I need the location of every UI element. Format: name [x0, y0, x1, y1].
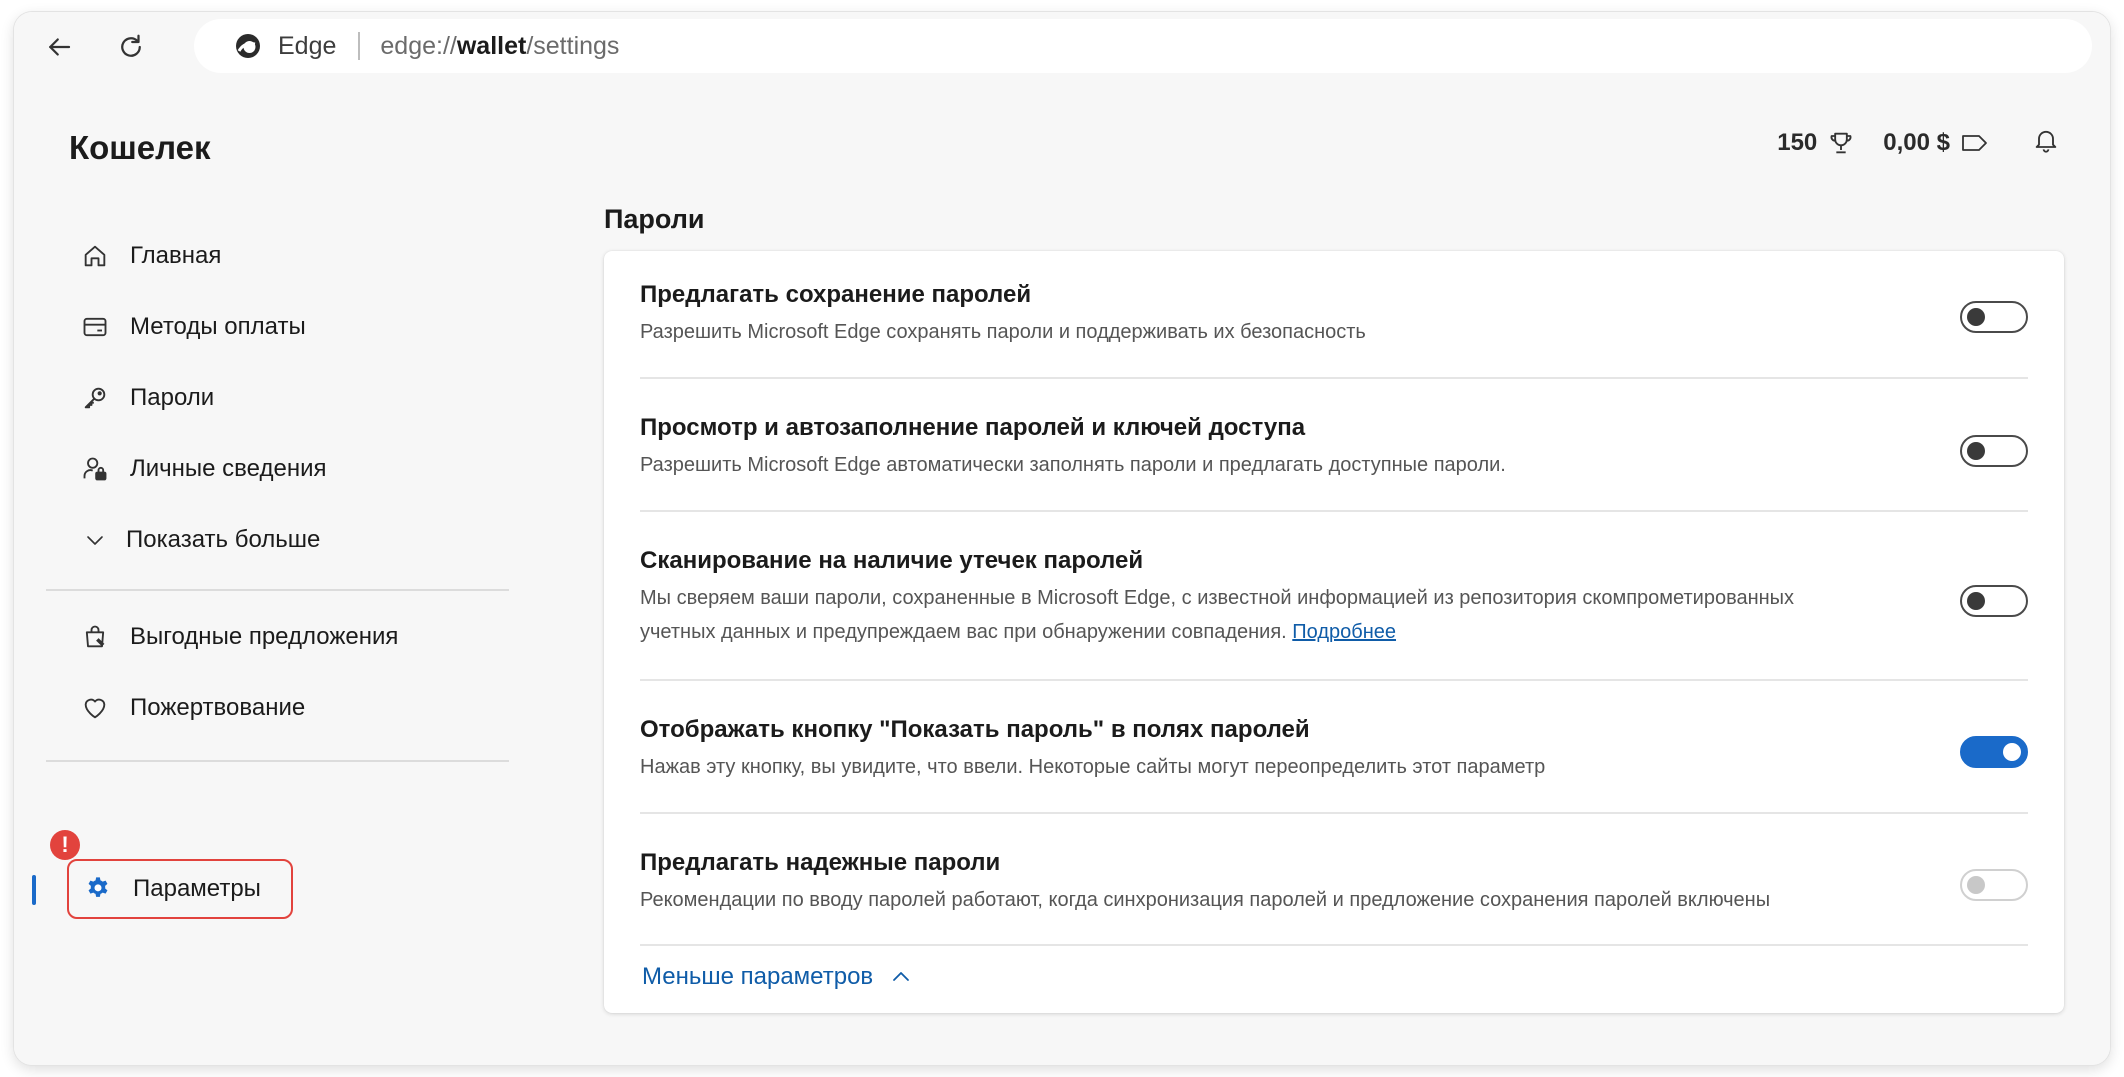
- sidebar-item-label: Методы оплаты: [130, 313, 306, 340]
- leak-scan-toggle[interactable]: [1960, 585, 2028, 617]
- page-title: Кошелек: [69, 129, 211, 166]
- url-path: /settings: [526, 31, 620, 60]
- alert-badge: !: [50, 830, 80, 860]
- sidebar-item-label: Пароли: [130, 384, 215, 411]
- arrow-left-icon: [49, 38, 71, 56]
- sidebar-item-passwords[interactable]: Пароли: [80, 372, 214, 424]
- autofill-toggle[interactable]: [1960, 435, 2028, 467]
- wallet-page: Кошелек 150 0,00 $ Главная Методы оплаты…: [14, 80, 2110, 1065]
- setting-description: Нажав эту кнопку, вы увидите, что ввели.…: [640, 756, 1546, 778]
- setting-title: Предлагать сохранение паролей: [640, 281, 1032, 308]
- strong-passwords-toggle: [1960, 869, 2028, 901]
- setting-description: Разрешить Microsoft Edge сохранять парол…: [640, 321, 1366, 343]
- card-icon: [80, 312, 110, 342]
- reload-button[interactable]: [110, 26, 152, 68]
- sidebar-item-home[interactable]: Главная: [80, 230, 221, 282]
- sidebar-item-label: Параметры: [133, 875, 261, 902]
- setting-title: Просмотр и автозаполнение паролей и ключ…: [640, 414, 1306, 441]
- tag-icon: [1962, 135, 1987, 151]
- browser-toolbar: Edge edge://wallet/settings: [14, 12, 2110, 80]
- fewer-options-label: Меньше параметров: [642, 963, 874, 990]
- shopping-bag-icon: [80, 622, 110, 652]
- heart-icon: [80, 693, 110, 723]
- learn-more-link[interactable]: Подробнее: [1292, 621, 1396, 643]
- setting-row-strong-passwords: Предлагать надежные пароли Рекомендации …: [640, 849, 2028, 919]
- setting-row-leak-scan: Сканирование на наличие утечек паролей М…: [640, 547, 2028, 657]
- row-divider: [640, 944, 2028, 946]
- sidebar-item-personal-info[interactable]: Личные сведения: [80, 443, 327, 495]
- row-divider: [640, 679, 2028, 681]
- sidebar-item-label: Показать больше: [126, 526, 321, 553]
- row-divider: [640, 510, 2028, 512]
- back-button[interactable]: [38, 26, 80, 68]
- section-title: Пароли: [604, 204, 705, 234]
- address-bar[interactable]: Edge edge://wallet/settings: [194, 19, 2092, 73]
- setting-description: Разрешить Microsoft Edge автоматически з…: [640, 454, 1506, 476]
- home-icon: [80, 241, 110, 271]
- bell-icon: [2035, 130, 2057, 153]
- sidebar-item-settings[interactable]: Параметры: [67, 859, 293, 919]
- sidebar-item-donations[interactable]: Пожертвование: [80, 682, 305, 734]
- address-divider: [358, 32, 361, 60]
- url-host: wallet: [456, 31, 527, 60]
- sidebar-divider: [46, 589, 509, 591]
- rewards-points-value: 150: [1777, 129, 1818, 156]
- sidebar-show-more[interactable]: Показать больше: [80, 514, 320, 566]
- cashback-value: 0,00 $: [1883, 129, 1950, 156]
- rewards-points[interactable]: 150: [1777, 129, 1855, 157]
- cashback-balance[interactable]: 0,00 $: [1883, 129, 1990, 157]
- setting-description: Рекомендации по вводу паролей работают, …: [640, 889, 1771, 911]
- setting-row-offer-save: Предлагать сохранение паролей Разрешить …: [640, 281, 2028, 351]
- sidebar-item-label: Выгодные предложения: [130, 623, 399, 650]
- setting-row-autofill: Просмотр и автозаполнение паролей и ключ…: [640, 414, 2028, 484]
- setting-title: Отображать кнопку "Показать пароль" в по…: [640, 716, 1310, 743]
- chevron-up-icon: [893, 972, 910, 981]
- sidebar-item-label: Главная: [130, 242, 222, 269]
- notifications-button[interactable]: [2032, 125, 2060, 162]
- refresh-icon: [121, 34, 141, 57]
- trophy-icon: [1830, 132, 1852, 154]
- fewer-options-link[interactable]: Меньше параметров: [642, 963, 913, 991]
- edge-logo-icon: [234, 31, 264, 61]
- url-text[interactable]: edge://wallet/settings: [380, 32, 619, 61]
- reveal-button-toggle[interactable]: [1960, 736, 2028, 768]
- active-indicator: [32, 875, 36, 905]
- sidebar-divider: [46, 760, 509, 762]
- row-divider: [640, 377, 2028, 379]
- person-lock-icon: [80, 454, 110, 484]
- setting-description-text: Мы сверяем ваши пароли, сохраненные в Mi…: [640, 587, 1795, 643]
- passwords-settings-card: Предлагать сохранение паролей Разрешить …: [604, 251, 2064, 1013]
- url-scheme: edge://: [380, 31, 457, 60]
- sidebar-item-label: Пожертвование: [130, 694, 306, 721]
- sidebar-item-deals[interactable]: Выгодные предложения: [80, 611, 398, 663]
- offer-save-toggle[interactable]: [1960, 301, 2028, 333]
- key-icon: [80, 383, 110, 413]
- setting-row-reveal-button: Отображать кнопку "Показать пароль" в по…: [640, 716, 2028, 786]
- sidebar-item-label: Личные сведения: [130, 455, 327, 482]
- setting-title: Предлагать надежные пароли: [640, 849, 1001, 876]
- row-divider: [640, 812, 2028, 814]
- header-status: 150 0,00 $: [1777, 118, 2060, 168]
- setting-title: Сканирование на наличие утечек паролей: [640, 547, 1144, 574]
- browser-window: Edge edge://wallet/settings Кошелек 150 …: [14, 12, 2110, 1065]
- chevron-down-icon: [80, 525, 110, 555]
- browser-brand-label: Edge: [278, 31, 337, 60]
- sidebar-item-payment-methods[interactable]: Методы оплаты: [80, 301, 306, 353]
- gear-icon: [83, 874, 113, 904]
- setting-description: Мы сверяем ваши пароли, сохраненные в Mi…: [640, 581, 1870, 649]
